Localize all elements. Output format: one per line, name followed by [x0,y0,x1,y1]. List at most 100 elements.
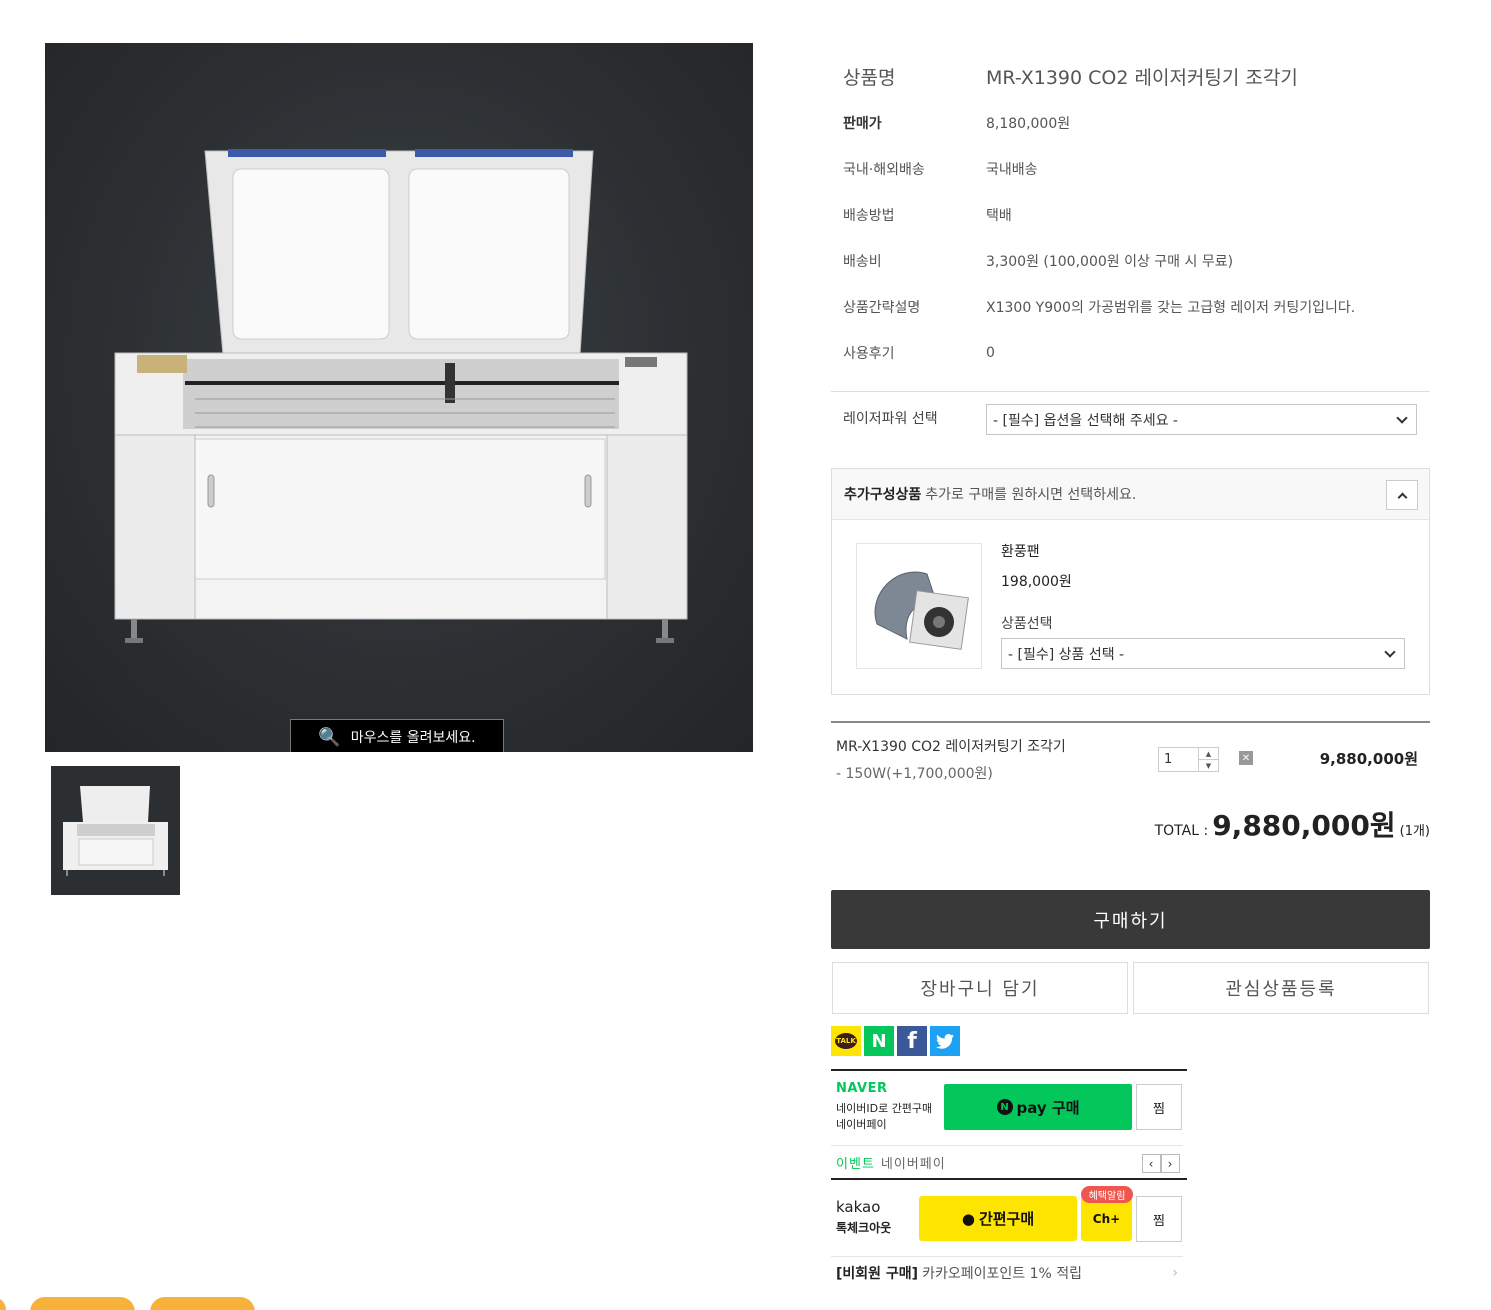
naver-pay-desc-line1: 네이버ID로 간편구매 [836,1102,933,1115]
exhaust-fan-illustration [874,571,969,650]
info-row-shipping-region: 국내·해외배송 국내배송 [831,146,1430,192]
kakao-zzim-button[interactable]: 찜 [1136,1196,1182,1242]
naver-pay-event: 이벤트 네이버페이 ‹ › [831,1145,1183,1178]
total-label: TOTAL : [1154,823,1209,839]
info-row-price: 판매가 8,180,000원 [831,100,1430,146]
info-row-reviews: 사용후기 0 [831,330,1430,376]
naver-zzim-button[interactable]: 찜 [1136,1084,1182,1130]
info-row-shipping-method: 배송방법 택배 [831,192,1430,238]
addon-product-select[interactable]: - [필수] 상품 선택 - [1001,638,1405,669]
naver-logo: NAVER [836,1081,888,1096]
twitter-icon[interactable] [930,1026,960,1056]
chevron-down-icon [1384,645,1396,658]
event-nav: ‹ › [1142,1154,1180,1173]
kakao-point-text: 카카오페이포인트 1% 적립 [922,1265,1082,1282]
info-label: 배송비 [843,254,882,270]
info-value: 국내배송 [986,162,1038,178]
floating-button[interactable] [30,1297,135,1310]
selected-item-price: 9,880,000원 [1319,750,1418,768]
kakao-buy-button[interactable]: ● 간편구매 [919,1196,1077,1241]
product-name: MR-X1390 CO2 레이저커팅기 조각기 [986,66,1298,89]
divider [831,721,1430,723]
sale-price: 8,180,000원 [986,116,1071,132]
chevron-left-icon[interactable]: ‹ [1142,1154,1161,1173]
add-to-wishlist-button[interactable]: 관심상품등록 [1133,962,1429,1014]
info-value: X1300 Y900의 가공범위를 갖는 고급형 레이저 커팅기입니다. [986,300,1356,316]
quantity-down-icon[interactable]: ▼ [1199,759,1218,771]
review-count: 0 [986,345,995,361]
naver-icon[interactable]: N [864,1026,894,1056]
option-row: 레이저파워 선택 - [필수] 옵션을 선택해 주세요 - [831,400,1430,440]
laser-power-select[interactable]: - [필수] 옵션을 선택해 주세요 - [986,404,1417,435]
naver-pay-panel: NAVER 네이버ID로 간편구매 네이버페이 N pay 구매 찜 이벤트 네… [831,1069,1187,1180]
buy-button[interactable]: 구매하기 [831,890,1430,949]
product-info-table: 상품명 MR-X1390 CO2 레이저커팅기 조각기 판매가 8,180,00… [831,52,1430,376]
info-label: 배송방법 [843,208,895,224]
addon-select-label: 상품선택 [1001,616,1053,632]
kakaotalk-icon[interactable]: TALK [831,1026,861,1056]
chevron-right-icon: › [1172,1264,1178,1281]
info-value: 택배 [986,208,1012,224]
kakao-point-bold: [비회원 구매] [836,1265,919,1282]
addon-item-name: 환풍팬 [1001,544,1040,560]
divider [831,391,1430,392]
info-row-summary: 상품간략설명 X1300 Y900의 가공범위를 갖는 고급형 레이저 커팅기입… [831,284,1430,330]
kakao-point-banner[interactable]: [비회원 구매] 카카오페이포인트 1% 적립 › [831,1256,1183,1288]
benefit-alert-badge: 혜택알림 [1081,1186,1133,1203]
twitter-bird-icon [936,1033,954,1049]
info-label: 상품간략설명 [843,300,921,316]
addon-title: 추가구성상품 [844,487,922,503]
remove-item-icon[interactable]: ✕ [1239,751,1253,765]
addon-header: 추가구성상품 추가로 구매를 원하시면 선택하세요. [832,469,1429,520]
chevron-right-icon[interactable]: › [1161,1154,1180,1173]
naver-pay-button[interactable]: N pay 구매 [944,1084,1132,1130]
event-text[interactable]: 네이버페이 [881,1153,946,1172]
info-label: 사용후기 [843,346,895,362]
total-price: TOTAL : 9,880,000원 (1개) [1155,804,1430,844]
share-icons: TALK N f [831,1026,960,1056]
naver-pay-desc-line2: 네이버페이 [836,1118,887,1131]
chevron-up-icon [1397,492,1407,502]
event-label[interactable]: 이벤트 [836,1153,875,1172]
product-detail-page: 🔍 마우스를 올려보세요. 상품명 MR-X1390 CO2 레이저커팅기 조각… [0,0,1491,1310]
addon-product-image[interactable] [856,543,982,669]
speech-bubble-icon: ● [961,1209,975,1228]
naver-pay-desc: 네이버ID로 간편구매 네이버페이 [836,1101,932,1133]
info-label: 상품명 [843,66,896,89]
addon-item-price: 198,000원 [1001,574,1072,590]
zoom-hint-text: 마우스를 올려보세요. [350,730,476,746]
option-label: 레이저파워 선택 [843,411,938,427]
quantity-arrows: ▲ ▼ [1198,748,1218,771]
kakao-logo: kakao [836,1198,881,1216]
select-value: - [필수] 옵션을 선택해 주세요 - [993,412,1178,429]
select-value: - [필수] 상품 선택 - [1008,646,1125,663]
addon-collapse-button[interactable] [1386,480,1418,510]
product-main-image[interactable]: 🔍 마우스를 올려보세요. [45,43,753,752]
kakao-checkout-panel: kakao 톡체크아웃 ● 간편구매 Ch+ 혜택알림 찜 [비회원 구매] 카… [831,1182,1187,1292]
total-count: (1개) [1399,824,1430,839]
selected-item-name: MR-X1390 CO2 레이저커팅기 조각기 [836,739,1066,755]
quantity-up-icon[interactable]: ▲ [1199,748,1218,759]
laser-cutter-illustration [114,149,688,643]
kakaotalk-icon-label: TALK [835,1033,857,1049]
total-amount: 9,880,000원 [1212,809,1396,842]
naver-n-icon: N [996,1099,1013,1115]
thumbnail-illustration [63,786,168,876]
info-label: 판매가 [843,116,882,132]
floating-button[interactable] [0,1297,6,1310]
facebook-icon[interactable]: f [897,1026,927,1056]
selected-item-option: - 150W(+1,700,000원) [836,766,993,782]
info-label: 국내·해외배송 [843,162,925,178]
chevron-down-icon [1396,411,1408,424]
kakao-buy-label: 간편구매 [978,1210,1035,1228]
quantity-input[interactable]: 1 [1159,748,1198,771]
naver-pay-button-label: pay 구매 [1016,1098,1080,1117]
add-to-cart-button[interactable]: 장바구니 담기 [832,962,1128,1014]
magnifier-icon: 🔍 [318,726,341,748]
product-thumbnail[interactable] [51,766,180,895]
kakao-checkout-label: 톡체크아웃 [836,1221,892,1235]
zoom-hint: 🔍 마우스를 올려보세요. [290,719,504,752]
info-row-shipping-fee: 배송비 3,300원 (100,000원 이상 구매 시 무료) [831,238,1430,284]
quantity-stepper[interactable]: 1 ▲ ▼ [1158,747,1219,772]
floating-button[interactable] [150,1297,255,1310]
